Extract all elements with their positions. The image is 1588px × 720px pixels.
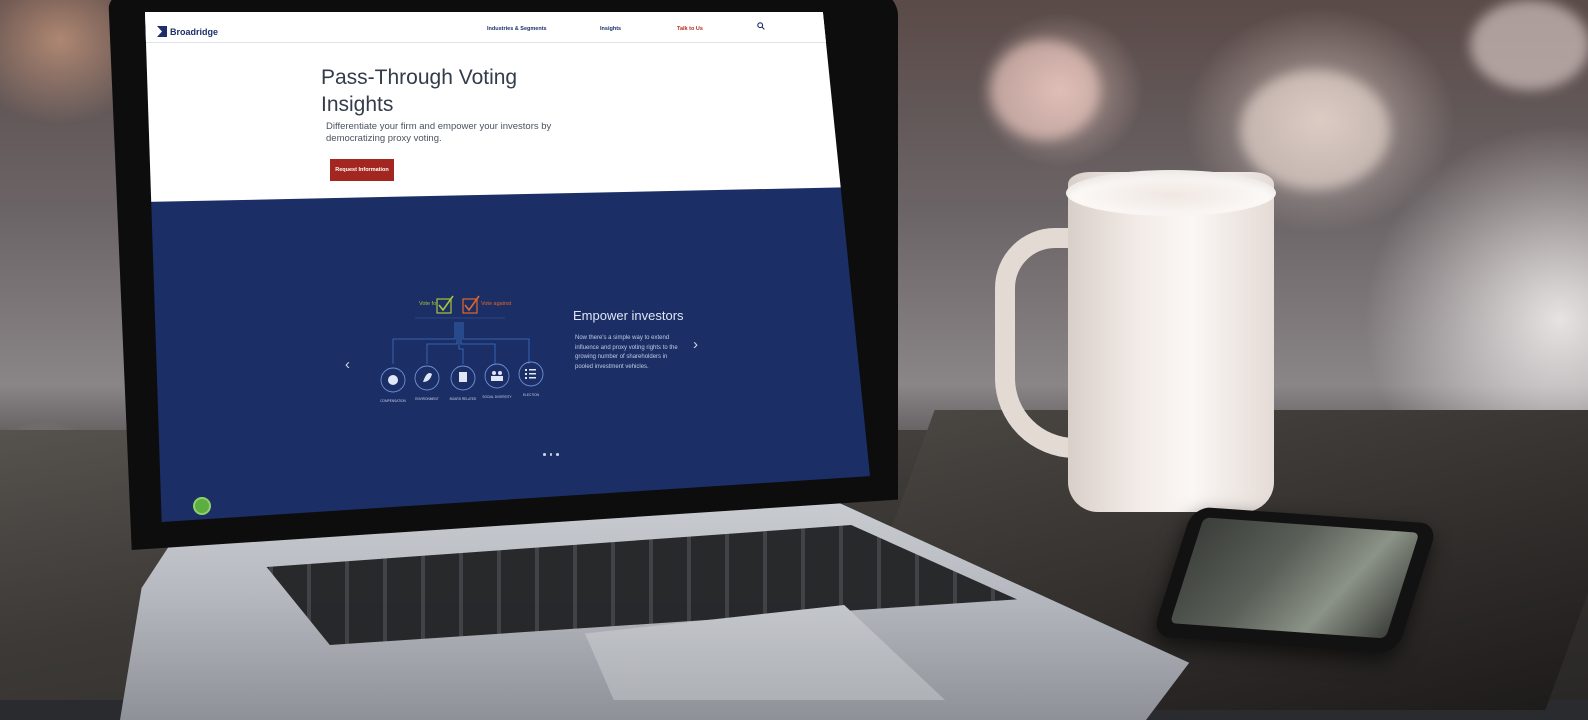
request-information-button[interactable]: Request Information: [330, 159, 394, 181]
hero-subtitle: Differentiate your firm and empower your…: [326, 121, 552, 144]
slide-body: Now there's a simple way to extend influ…: [575, 335, 678, 370]
vote-for-checkbox-icon: [436, 295, 454, 314]
bokeh-light: [1470, 0, 1588, 90]
coffee-mug: [1068, 172, 1274, 512]
nav-insights[interactable]: Insights: [600, 26, 621, 32]
chat-widget-icon[interactable]: [193, 497, 211, 515]
bokeh-light: [990, 40, 1100, 140]
laptop-screen: Broadridge Industries & Segments Insight…: [145, 12, 870, 522]
vote-against-checkbox-icon: [462, 295, 480, 314]
carousel-dots: [543, 453, 559, 456]
connector-lines: [392, 322, 530, 364]
carousel-dot[interactable]: [556, 453, 559, 456]
topic-label: COMPENSATION: [380, 399, 406, 403]
chevron-right-icon[interactable]: ›: [693, 336, 698, 353]
nav-talk-to-us[interactable]: Talk to Us: [677, 26, 703, 32]
chevron-left-icon[interactable]: ‹: [345, 356, 350, 373]
hero-title: Pass-Through Voting Insights: [321, 66, 518, 116]
bokeh-light: [1240, 70, 1390, 190]
broadridge-logo[interactable]: Broadridge: [157, 26, 218, 37]
carousel-dot[interactable]: [549, 453, 552, 456]
mug-rim: [1066, 170, 1276, 216]
broadridge-logo-icon: [157, 26, 167, 37]
vote-for-label: Vote for: [419, 301, 438, 307]
slide-title: Empower investors: [573, 308, 684, 323]
proxy-voting-diagram: Vote for Vote against COMPENSATION ENVIR…: [380, 295, 544, 403]
site-nav: Broadridge Industries & Segments Insight…: [145, 12, 870, 43]
search-icon[interactable]: [757, 22, 765, 32]
topic-label: SOCIAL DIVERSITY: [482, 395, 512, 399]
phone-screen: [1169, 517, 1420, 639]
carousel-dot[interactable]: [543, 453, 546, 456]
logo-text: Broadridge: [170, 26, 219, 37]
topic-label: ENVIRONMENT: [415, 397, 439, 401]
topic-label: BOARD RELATED: [450, 397, 477, 401]
nav-industries-segments[interactable]: Industries & Segments: [487, 26, 547, 32]
smartphone: [1151, 506, 1439, 654]
vote-against-label: Vote against: [481, 301, 512, 307]
topic-label: ELECTION: [523, 393, 540, 397]
